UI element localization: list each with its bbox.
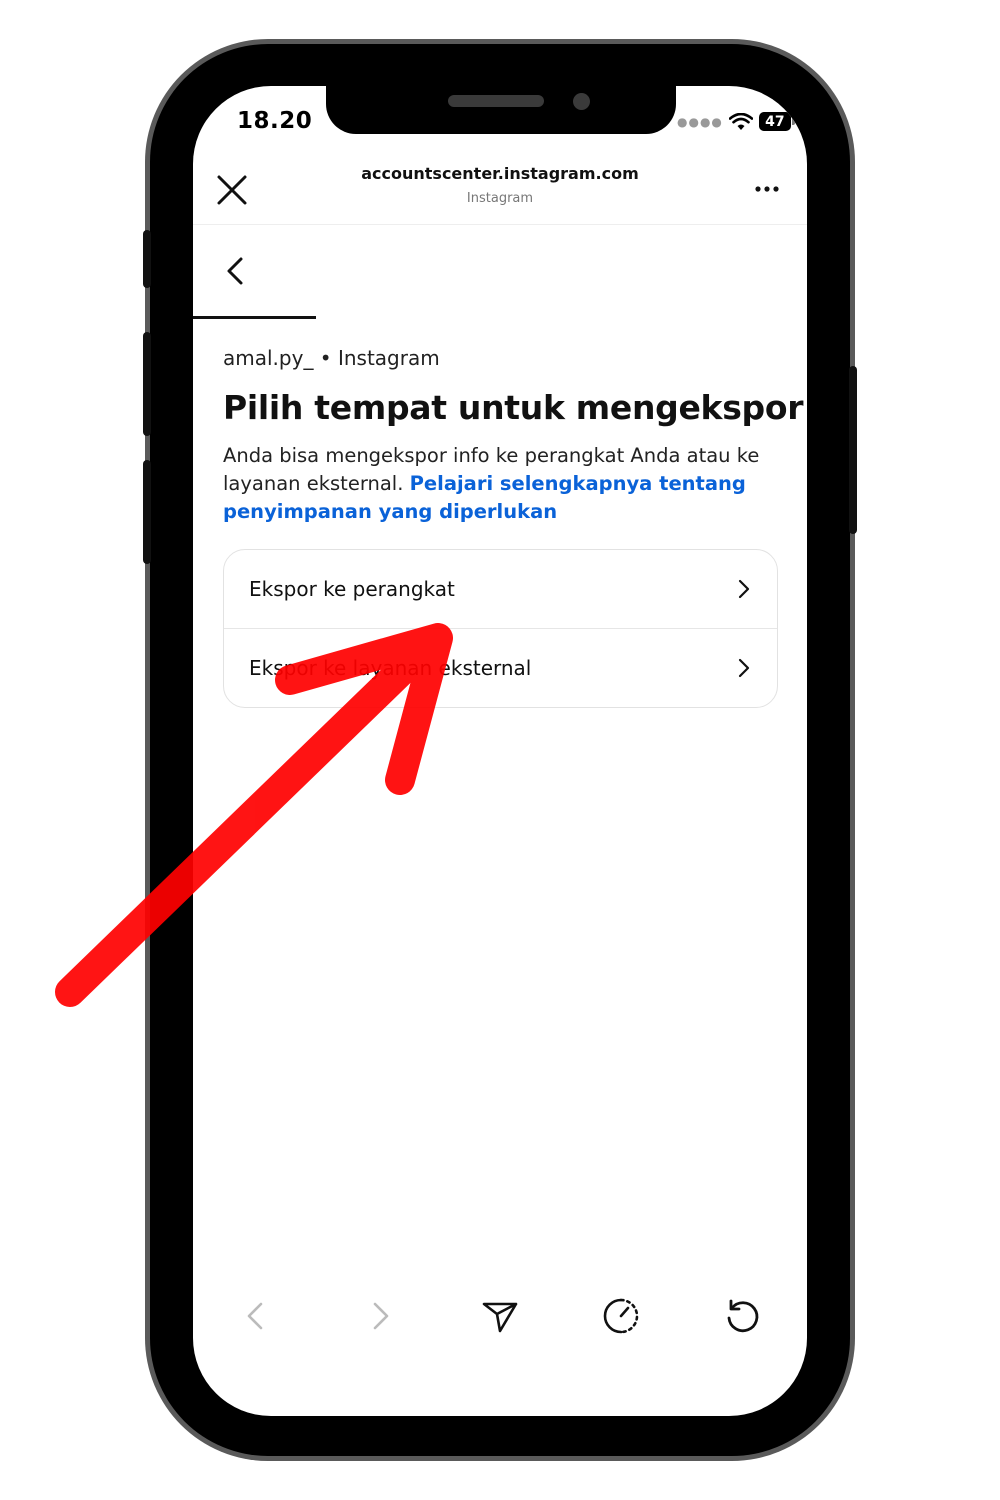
- export-options-list: Ekspor ke perangkat Ekspor ke layanan ek…: [223, 549, 778, 708]
- signal-icon: ●●●●: [677, 114, 723, 129]
- chevron-right-icon: [738, 579, 750, 599]
- export-to-external-service-option[interactable]: Ekspor ke layanan eksternal: [224, 628, 777, 707]
- notch: [326, 86, 676, 134]
- volume-down-button: [143, 460, 151, 564]
- url-container: accountscenter.instagram.com Instagram: [193, 164, 807, 206]
- option-label: Ekspor ke perangkat: [249, 577, 455, 601]
- browser-forward-icon[interactable]: [359, 1296, 399, 1336]
- battery-icon: 47: [758, 112, 791, 131]
- browser-url: accountscenter.instagram.com: [361, 164, 639, 183]
- share-icon[interactable]: [480, 1296, 520, 1336]
- power-button: [849, 366, 857, 534]
- silent-switch: [143, 230, 151, 288]
- volume-up-button: [143, 332, 151, 436]
- browser-back-icon[interactable]: [237, 1296, 277, 1336]
- export-to-device-option[interactable]: Ekspor ke perangkat: [224, 550, 777, 628]
- tab-indicator: [193, 316, 316, 319]
- phone-screen: 18.20 ●●●● 47 accountscenter.instagram.c…: [193, 86, 807, 1416]
- more-options-icon[interactable]: [750, 172, 784, 206]
- option-label: Ekspor ke layanan eksternal: [249, 656, 532, 680]
- status-icons: ●●●● 47: [677, 112, 795, 131]
- browser-site-name: Instagram: [466, 191, 534, 206]
- account-label: amal.py_ • Instagram: [223, 346, 440, 370]
- reload-icon[interactable]: [722, 1296, 762, 1336]
- page-description: Anda bisa mengekspor info ke perangkat A…: [223, 442, 783, 526]
- browser-bottom-toolbar: [193, 1286, 807, 1346]
- wifi-icon: [728, 112, 753, 130]
- page-title: Pilih tempat untuk mengekspor: [223, 388, 804, 427]
- status-time: 18.20: [237, 108, 313, 134]
- back-arrow-icon[interactable]: [221, 254, 251, 288]
- speaker: [448, 95, 544, 107]
- chevron-right-icon: [738, 658, 750, 678]
- battery-nub: [791, 118, 795, 125]
- timer-icon[interactable]: [601, 1296, 641, 1336]
- front-camera: [573, 93, 590, 110]
- browser-bar: accountscenter.instagram.com Instagram: [193, 154, 807, 225]
